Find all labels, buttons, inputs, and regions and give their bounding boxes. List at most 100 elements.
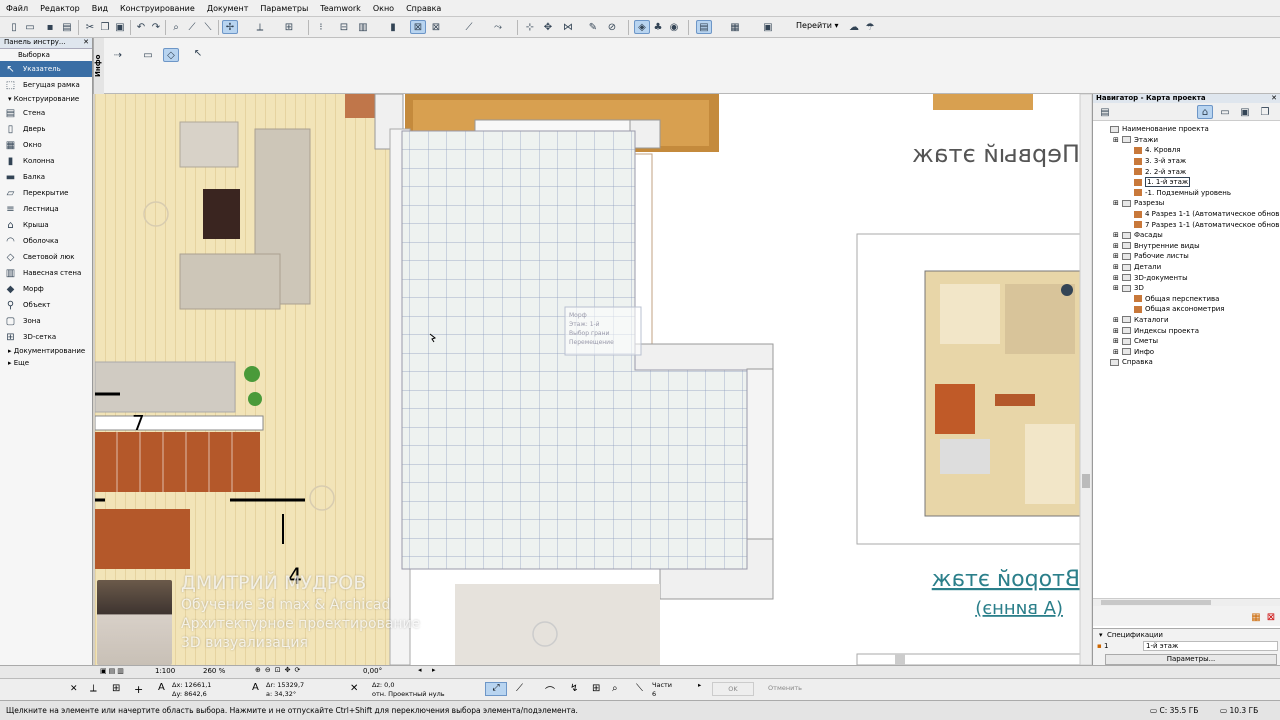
tool-stair[interactable]: ≡ Лестница <box>0 201 92 217</box>
tool-curtain-wall[interactable]: ▥ Навесная стена <box>0 265 92 281</box>
walk-icon[interactable]: ☂ <box>862 20 878 34</box>
tool-marquee[interactable]: ⬚ Бегущая рамка <box>0 77 92 93</box>
coord-r[interactable]: Δr: 15329,7 <box>266 681 304 689</box>
tree-item[interactable]: ⊞ Разрезы <box>1093 198 1280 209</box>
offset-tool-icon[interactable]: ↯ <box>570 683 578 694</box>
gravity-icon[interactable]: ⟂ <box>252 20 268 34</box>
expand-icon[interactable]: ⊞ <box>1113 316 1122 324</box>
eyedropper-icon[interactable]: ⟋ <box>184 20 200 34</box>
find-select-icon[interactable]: ⌕ <box>168 20 184 34</box>
tree-item[interactable]: ⊞ Индексы проекта <box>1093 325 1280 336</box>
expand-icon[interactable]: ⊞ <box>1113 199 1122 207</box>
tool-slab[interactable]: ▱ Перекрытие <box>0 185 92 201</box>
parts-arrow-icon[interactable]: ▸ <box>698 681 701 689</box>
3d-window-icon[interactable]: ◈ <box>634 20 650 34</box>
menu-item-0[interactable]: Файл <box>0 4 34 13</box>
rotate-icon[interactable]: ✥ <box>540 20 556 34</box>
tree-item[interactable]: ⊞ Каталоги <box>1093 315 1280 326</box>
tool-object[interactable]: ⚲ Объект <box>0 297 92 313</box>
tool-roof[interactable]: ⌂ Крыша <box>0 217 92 233</box>
tool-pointer[interactable]: ↖ Указатель <box>0 61 92 77</box>
scroll-right-icon[interactable]: ▸ <box>432 666 436 674</box>
divide-icon[interactable]: ⟍ <box>636 683 643 694</box>
zoom-in-icon[interactable]: ⊕ <box>255 666 261 674</box>
tree-item[interactable]: 4 Разрез 1-1 (Автоматическое обнов <box>1093 209 1280 220</box>
print-icon[interactable]: ▤ <box>59 20 75 34</box>
expand-icon[interactable]: ⊞ <box>1113 274 1122 282</box>
publisher-icon[interactable]: ❐ <box>1257 105 1273 119</box>
expand-icon[interactable]: ⊞ <box>1113 242 1122 250</box>
tool-wall[interactable]: ▤ Стена <box>0 105 92 121</box>
new-file-icon[interactable]: ▯ <box>6 20 22 34</box>
next-view-icon[interactable]: ▥ <box>117 667 124 677</box>
color-palette-icon[interactable]: ♣ <box>650 20 666 34</box>
parts-value[interactable]: 6 <box>652 690 656 698</box>
tool-zone[interactable]: ▢ Зона <box>0 313 92 329</box>
menu-item-4[interactable]: Документ <box>201 4 255 13</box>
align-icon[interactable]: ⊟ <box>336 20 352 34</box>
tool-morph[interactable]: ◆ Морф <box>0 281 92 297</box>
mirror-icon[interactable]: ⋈ <box>560 20 576 34</box>
menu-item-2[interactable]: Вид <box>86 4 114 13</box>
close-icon[interactable]: ✕ <box>1271 94 1277 103</box>
settings-icon[interactable]: ▦ <box>1248 610 1264 624</box>
cut-icon[interactable]: ✂ <box>82 20 98 34</box>
polyline-icon[interactable]: ⊹ <box>522 20 538 34</box>
paste-icon[interactable]: ▣ <box>112 20 128 34</box>
tree-item[interactable]: ⊞ Детали <box>1093 262 1280 273</box>
copy-icon[interactable]: ❐ <box>97 20 113 34</box>
tree-item[interactable]: 1. 1-й этаж <box>1093 177 1280 188</box>
pet-palette-icon[interactable]: ⤢ <box>485 682 507 696</box>
expand-icon[interactable]: ⊞ <box>1113 327 1122 335</box>
arc-icon[interactable]: ⌒ <box>545 683 555 698</box>
publish-icon[interactable]: ▣ <box>760 20 776 34</box>
tree-item[interactable]: ⊞ Инфо <box>1093 346 1280 357</box>
tree-item[interactable]: -1. Подземный уровень <box>1093 188 1280 199</box>
navigator-scrollbar[interactable] <box>1093 598 1280 606</box>
grid-snap-icon[interactable]: ⊞ <box>281 20 297 34</box>
pointer-icon[interactable]: ↖ <box>190 46 206 60</box>
design-section[interactable]: ▾ Конструирование <box>0 93 92 105</box>
zoom-value[interactable]: 260 % <box>203 667 225 675</box>
tree-item[interactable]: ⊞ Фасады <box>1093 230 1280 241</box>
goto-dropdown[interactable]: Перейти ▾ <box>796 21 839 30</box>
split-icon[interactable]: ⊘ <box>604 20 620 34</box>
suspend-groups-icon[interactable]: ⊠ <box>410 20 426 34</box>
info-box-tab[interactable]: Инфо <box>93 38 104 94</box>
tool-mesh[interactable]: ⊞ 3D-сетка <box>0 329 92 345</box>
coord-ref[interactable]: отн. Проектный нуль <box>372 690 445 698</box>
tree-item[interactable]: Общая аксонометрия <box>1093 304 1280 315</box>
redo-icon[interactable]: ↷ <box>148 20 164 34</box>
rect-selection-icon[interactable]: ▭ <box>140 48 156 62</box>
ok-button[interactable]: OK <box>712 682 754 696</box>
tree-item[interactable]: 3. 3-й этаж <box>1093 156 1280 167</box>
tool-shell[interactable]: ◠ Оболочка <box>0 233 92 249</box>
delete-icon[interactable]: ⊠ <box>1263 610 1279 624</box>
tool-door[interactable]: ▯ Дверь <box>0 121 92 137</box>
tool-beam[interactable]: ▬ Балка <box>0 169 92 185</box>
doc-section[interactable]: ▸ Документирование <box>0 345 92 357</box>
syringe-icon[interactable]: ⟍ <box>200 20 216 34</box>
tool-column[interactable]: ▮ Колонна <box>0 153 92 169</box>
coord-dy[interactable]: Δy: 8642,6 <box>172 690 207 698</box>
layout-book-icon[interactable]: ▣ <box>1237 105 1253 119</box>
tree-item[interactable]: ⊞ 3D <box>1093 283 1280 294</box>
prev-view-icon[interactable]: ▤ <box>109 667 116 677</box>
magnify-icon[interactable]: ⌕ <box>612 683 618 694</box>
navigator-menu-icon[interactable]: ▤ <box>1097 105 1113 119</box>
tree-item[interactable]: Наименование проекта <box>1093 124 1280 135</box>
expand-icon[interactable]: ⊞ <box>1113 348 1122 356</box>
menu-item-6[interactable]: Teamwork <box>314 4 367 13</box>
coord-angle[interactable]: a: 34,32° <box>266 690 296 698</box>
expand-icon[interactable]: ⊞ <box>1113 337 1122 345</box>
menu-item-7[interactable]: Окно <box>367 4 400 13</box>
view-settings-icon[interactable]: ▤ <box>696 20 712 34</box>
expand-icon[interactable]: ⊞ <box>1113 284 1122 292</box>
marquee-icon[interactable]: ⊠ <box>428 20 444 34</box>
tree-item[interactable]: ⊞ Внутренние виды <box>1093 241 1280 252</box>
coord-dz[interactable]: Δz: 0,0 <box>372 681 394 689</box>
rotated-rect-icon[interactable]: ◇ <box>163 48 179 62</box>
layout-icon[interactable]: ▦ <box>727 20 743 34</box>
expand-icon[interactable]: ⊞ <box>1113 252 1122 260</box>
tree-item[interactable]: 4. Кровля <box>1093 145 1280 156</box>
